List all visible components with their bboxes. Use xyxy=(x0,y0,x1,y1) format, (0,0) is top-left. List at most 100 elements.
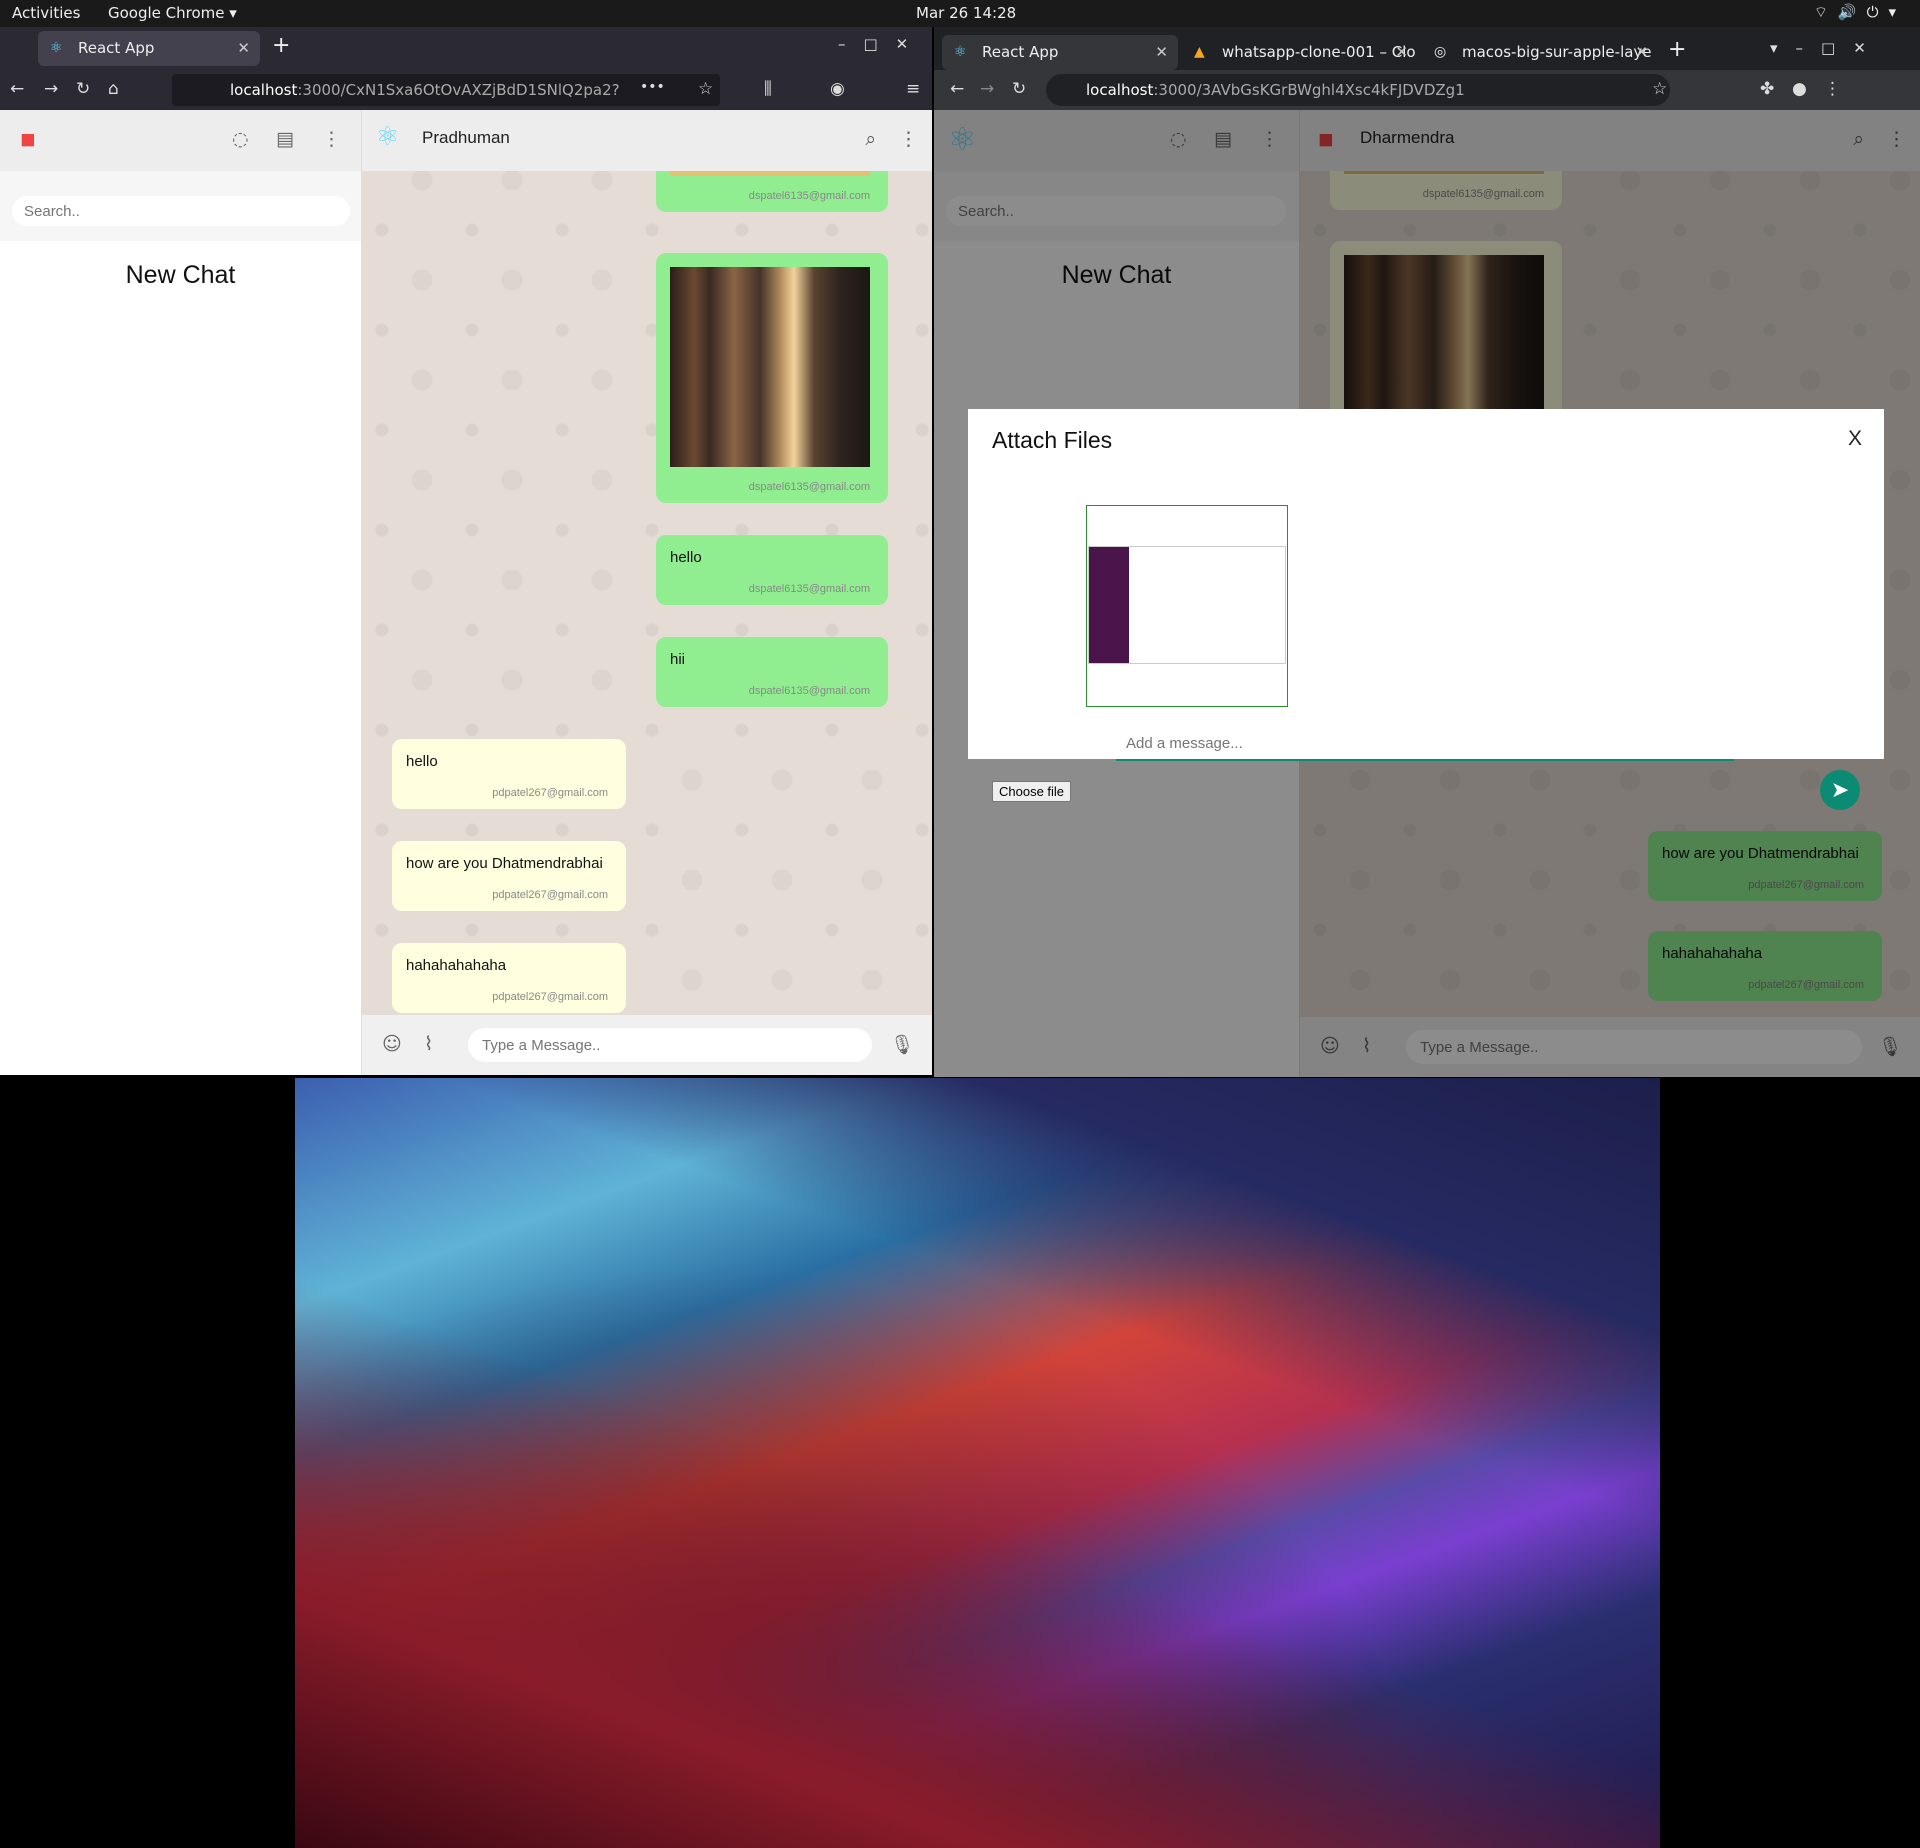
library-icon[interactable]: ⫼ xyxy=(764,79,772,99)
message-text: how are you Dhatmendrabhai xyxy=(406,855,603,872)
whatsapp-clone-page: ◼ ◌ ▤ ⋮ New Chat ⚛ Pradhuman ⌕ ⋮ dspatel… xyxy=(0,110,932,1075)
new-chat[interactable]: New Chat xyxy=(0,261,361,290)
message-email: dspatel6135@gmail.com xyxy=(748,190,870,202)
message-email: dspatel6135@gmail.com xyxy=(748,583,870,595)
choose-file-button[interactable]: Choose file xyxy=(992,781,1072,802)
new-tab-button[interactable]: + xyxy=(272,33,290,58)
close-tab-icon[interactable]: ✕ xyxy=(1635,43,1648,61)
message-bubble[interactable]: hello pdpatel267@gmail.com xyxy=(392,739,626,809)
close-tab-icon[interactable]: ✕ xyxy=(1395,43,1408,61)
more-vert-icon[interactable]: ⋮ xyxy=(322,128,341,150)
message-image-content xyxy=(670,267,870,467)
caption-input[interactable] xyxy=(1116,727,1734,761)
emoji-icon[interactable]: ☺ xyxy=(382,1033,402,1055)
message-email: dspatel6135@gmail.com xyxy=(748,685,870,697)
chat-panel: ⚛ Pradhuman ⌕ ⋮ dspatel6135@gmail.com ds… xyxy=(362,110,932,1075)
close-tab-icon[interactable]: ✕ xyxy=(1155,43,1168,61)
forward-icon[interactable]: → xyxy=(980,79,994,99)
new-tab-button[interactable]: + xyxy=(1668,37,1686,62)
firefox-window: ⚛ React App ✕ + –□✕ ← → ↻ ⌂ localhost:30… xyxy=(0,27,932,1075)
firebase-favicon-icon: ▲ xyxy=(1194,44,1205,60)
system-tray-icons[interactable]: ⌔🔊⏻▾ xyxy=(1814,3,1906,22)
message-bubble[interactable]: how are you Dhatmendrabhai pdpatel267@gm… xyxy=(392,841,626,911)
message-text: hahahahahaha xyxy=(406,957,507,974)
window-controls[interactable]: ▾–□✕ xyxy=(1770,39,1884,57)
contact-avatar[interactable]: ⚛ xyxy=(376,122,399,152)
activities-button[interactable]: Activities xyxy=(12,4,80,22)
message-bubble[interactable]: hello dspatel6135@gmail.com xyxy=(656,535,888,605)
nav-bar: ← → ↻ localhost:3000/3AVbGsKGrBWghl4Xsc4… xyxy=(934,70,1920,110)
tab-title: React App xyxy=(982,43,1059,61)
attachment-screenshot xyxy=(1088,546,1286,664)
search-icon[interactable]: ⌕ xyxy=(865,128,876,150)
close-tab-icon[interactable]: ✕ xyxy=(237,39,250,57)
tab-firebase-console[interactable]: ▲ whatsapp-clone-001 – Clo ✕ xyxy=(1182,35,1418,70)
tab-title: macos-big-sur-apple-laye xyxy=(1462,43,1652,61)
attach-files-modal: Attach Files X Choose file ➤ xyxy=(968,409,1884,810)
attachment-preview[interactable] xyxy=(1086,505,1288,707)
screenshot-sidebar xyxy=(1089,547,1129,663)
avatar[interactable]: ◼ xyxy=(20,128,36,150)
more-actions-icon[interactable]: ••• xyxy=(640,79,665,95)
reload-icon[interactable]: ↻ xyxy=(76,79,90,99)
back-icon[interactable]: ← xyxy=(10,79,24,99)
profile-avatar[interactable]: ● xyxy=(1792,79,1807,99)
message-email: pdpatel267@gmail.com xyxy=(492,787,608,799)
reload-icon[interactable]: ↻ xyxy=(1012,79,1026,99)
mic-icon[interactable]: 🎙 xyxy=(890,1033,914,1056)
message-bubble[interactable]: hii dspatel6135@gmail.com xyxy=(656,637,888,707)
chat-icon[interactable]: ▤ xyxy=(276,128,294,150)
more-vert-icon[interactable]: ⋮ xyxy=(899,128,918,150)
menu-icon[interactable]: ⋮ xyxy=(1824,79,1841,99)
account-icon[interactable]: ◉ xyxy=(830,79,845,99)
search-input[interactable] xyxy=(12,196,350,226)
message-text: hello xyxy=(406,753,438,770)
tab-strip: ⚛ React App ✕ ▲ whatsapp-clone-001 – Clo… xyxy=(934,27,1920,70)
contact-name: Pradhuman xyxy=(422,128,510,147)
message-text: hii xyxy=(670,651,686,668)
nav-bar: ← → ↻ ⌂ localhost:3000/CxN1Sxa6OtOvAXZjB… xyxy=(0,70,932,110)
react-favicon-icon: ⚛ xyxy=(50,40,63,56)
message-image[interactable]: dspatel6135@gmail.com xyxy=(656,253,888,503)
tab-macos-wallpaper[interactable]: ◎ macos-big-sur-apple-laye ✕ xyxy=(1422,35,1658,70)
wallpaper-waves xyxy=(295,1078,1660,1848)
app-menu[interactable]: Google Chrome ▾ xyxy=(108,4,237,22)
url-host: localhost xyxy=(230,81,298,99)
chat-footer: ☺ ⌇ 🎙 xyxy=(362,1015,932,1075)
clock[interactable]: Mar 26 14:28 xyxy=(916,4,1016,22)
bookmark-star-icon[interactable]: ☆ xyxy=(1652,79,1667,99)
message-email: pdpatel267@gmail.com xyxy=(492,889,608,901)
window-controls[interactable]: –□✕ xyxy=(838,35,926,53)
extensions-icon[interactable]: ✤ xyxy=(1760,79,1774,99)
tab-title: React App xyxy=(78,39,155,57)
message-email: pdpatel267@gmail.com xyxy=(492,991,608,1003)
tab-react-app[interactable]: ⚛ React App ✕ xyxy=(942,35,1178,70)
whatsapp-clone-page: ⚛ ◌ ▤ ⋮ New Chat ◼ Dharmendra ⌕ ⋮ dspate… xyxy=(934,110,1920,1077)
message-text: hello xyxy=(670,549,702,566)
sidebar-header: ◼ ◌ ▤ ⋮ xyxy=(0,110,361,171)
forward-icon[interactable]: → xyxy=(44,79,58,99)
back-icon[interactable]: ← xyxy=(950,79,964,99)
status-icon[interactable]: ◌ xyxy=(232,128,249,150)
sidebar-search xyxy=(0,171,361,241)
globe-favicon-icon: ◎ xyxy=(1434,44,1447,60)
menu-icon[interactable]: ≡ xyxy=(906,79,920,99)
tab-react-app[interactable]: ⚛ React App ✕ xyxy=(38,31,260,66)
url-bar[interactable]: localhost:3000/CxN1Sxa6OtOvAXZjBdD1SNlQ2… xyxy=(172,74,720,106)
url-host: localhost xyxy=(1086,81,1154,99)
react-favicon-icon: ⚛ xyxy=(954,44,967,60)
tab-title: whatsapp-clone-001 – Clo xyxy=(1222,43,1416,61)
send-icon: ➤ xyxy=(1830,777,1850,802)
url-bar[interactable]: localhost:3000/3AVbGsKGrBWghl4Xsc4kFJDVD… xyxy=(1046,74,1670,106)
message-input[interactable] xyxy=(468,1028,872,1062)
system-top-bar: Activities Google Chrome ▾ Mar 26 14:28 … xyxy=(0,0,1920,27)
chat-header: ⚛ Pradhuman ⌕ ⋮ xyxy=(362,110,932,171)
attach-icon[interactable]: ⌇ xyxy=(424,1033,433,1055)
send-button[interactable]: ➤ xyxy=(1820,770,1860,810)
url-path: :3000/3AVbGsKGrBWghl4Xsc4kFJDVDZg1 xyxy=(1153,81,1465,99)
message-bubble[interactable]: hahahahahaha pdpatel267@gmail.com xyxy=(392,943,626,1013)
modal-title: Attach Files xyxy=(992,427,1113,453)
bookmark-star-icon[interactable]: ☆ xyxy=(698,79,713,99)
close-button[interactable]: X xyxy=(1848,427,1862,451)
home-icon[interactable]: ⌂ xyxy=(108,79,119,99)
